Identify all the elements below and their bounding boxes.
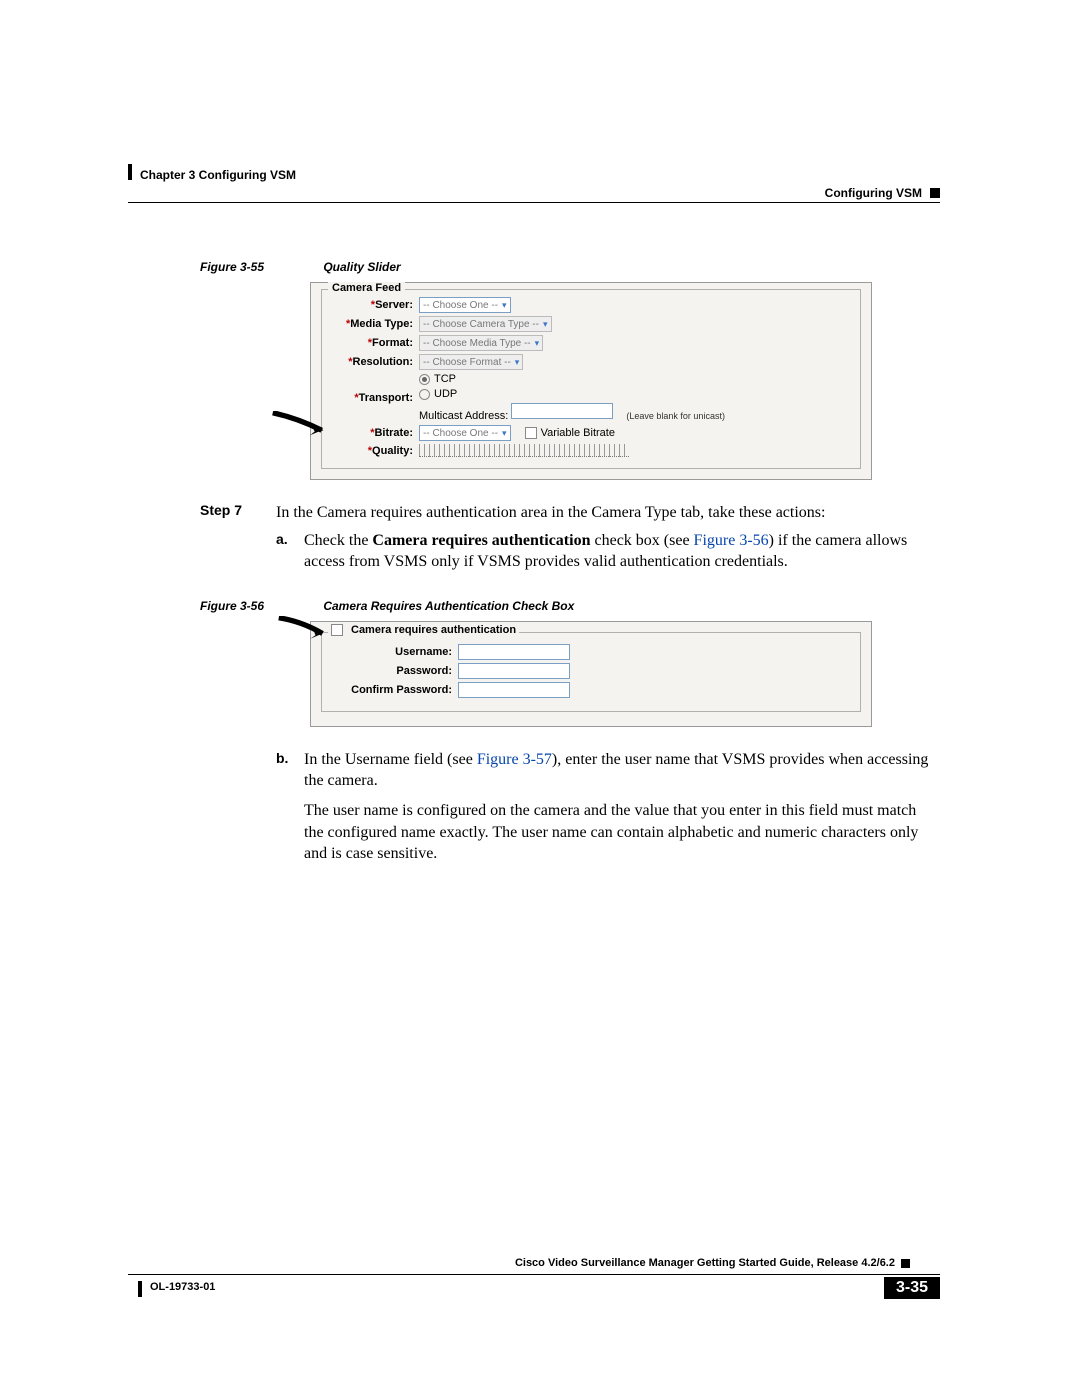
figure56-title: Camera Requires Authentication Check Box [323, 599, 574, 613]
sub-a-letter: a. [276, 530, 294, 573]
step7-label: Step 7 [200, 502, 260, 524]
mediatype-label: Media Type: [350, 318, 413, 330]
header-right-square [930, 188, 940, 198]
figure56-link[interactable]: Figure 3-56 [694, 532, 769, 549]
figure55-num: Figure 3-55 [200, 260, 320, 274]
header-right: Configuring VSM [825, 186, 940, 200]
resolution-label: Resolution: [353, 356, 414, 368]
confirm-password-label: Confirm Password: [332, 684, 452, 696]
username-note: The user name is configured on the camer… [304, 800, 930, 865]
udp-radio[interactable] [419, 389, 430, 400]
header-left-bar [128, 164, 132, 180]
bitrate-select[interactable]: -- Choose One --▾ [419, 425, 511, 441]
figure56-ui: Camera requires authentication Username:… [310, 621, 872, 727]
footer-rule [128, 1274, 940, 1275]
transport-label: Transport: [359, 392, 413, 404]
footer-doc-bar [138, 1281, 142, 1297]
format-label: Format: [372, 337, 413, 349]
multicast-input[interactable] [511, 403, 613, 419]
header-left: Chapter 3 Configuring VSM [140, 168, 296, 182]
header-rule [128, 202, 940, 203]
password-label: Password: [332, 665, 452, 677]
udp-label: UDP [434, 388, 457, 400]
server-label: Server: [375, 299, 413, 311]
mediatype-select[interactable]: -- Choose Camera Type --▾ [419, 316, 552, 332]
figure57-link[interactable]: Figure 3-57 [477, 751, 552, 768]
footer-doc: OL-19733-01 [150, 1281, 215, 1293]
resolution-select[interactable]: -- Choose Format --▾ [419, 354, 523, 370]
header-right-text: Configuring VSM [825, 186, 922, 200]
sub-a-text: Check the Camera requires authentication… [304, 530, 930, 573]
figure56-num: Figure 3-56 [200, 599, 320, 613]
server-select[interactable]: -- Choose One --▾ [419, 297, 511, 313]
figure56-legend: Camera requires authentication [351, 624, 516, 636]
footer-title: Cisco Video Surveillance Manager Getting… [515, 1257, 910, 1269]
quality-label: Quality: [372, 445, 413, 457]
bitrate-label: Bitrate: [374, 427, 413, 439]
figure55-legend: Camera Feed [328, 282, 405, 294]
multicast-hint: (Leave blank for unicast) [626, 411, 725, 421]
format-select[interactable]: -- Choose Media Type --▾ [419, 335, 543, 351]
figure55-title: Quality Slider [323, 260, 400, 274]
footer-page: 3-35 [884, 1277, 940, 1299]
username-label: Username: [332, 646, 452, 658]
figure55-ui: Camera Feed *Server: -- Choose One --▾ *… [310, 282, 872, 480]
tcp-radio[interactable] [419, 374, 430, 385]
confirm-password-input[interactable] [458, 682, 570, 698]
step7-body: In the Camera requires authentication ar… [276, 502, 825, 524]
figure55-caption: Figure 3-55 Quality Slider [200, 260, 930, 274]
figure56-caption: Figure 3-56 Camera Requires Authenticati… [200, 599, 930, 613]
multicast-label: Multicast Address: [419, 410, 508, 422]
variable-bitrate-label: Variable Bitrate [541, 427, 615, 439]
password-input[interactable] [458, 663, 570, 679]
username-input[interactable] [458, 644, 570, 660]
tcp-label: TCP [434, 373, 456, 385]
quality-slider[interactable] [419, 444, 629, 457]
sub-b-letter: b. [276, 749, 294, 792]
camera-auth-checkbox[interactable] [331, 624, 343, 636]
variable-bitrate-checkbox[interactable] [525, 427, 537, 439]
sub-b-text: In the Username field (see Figure 3-57),… [304, 749, 930, 792]
